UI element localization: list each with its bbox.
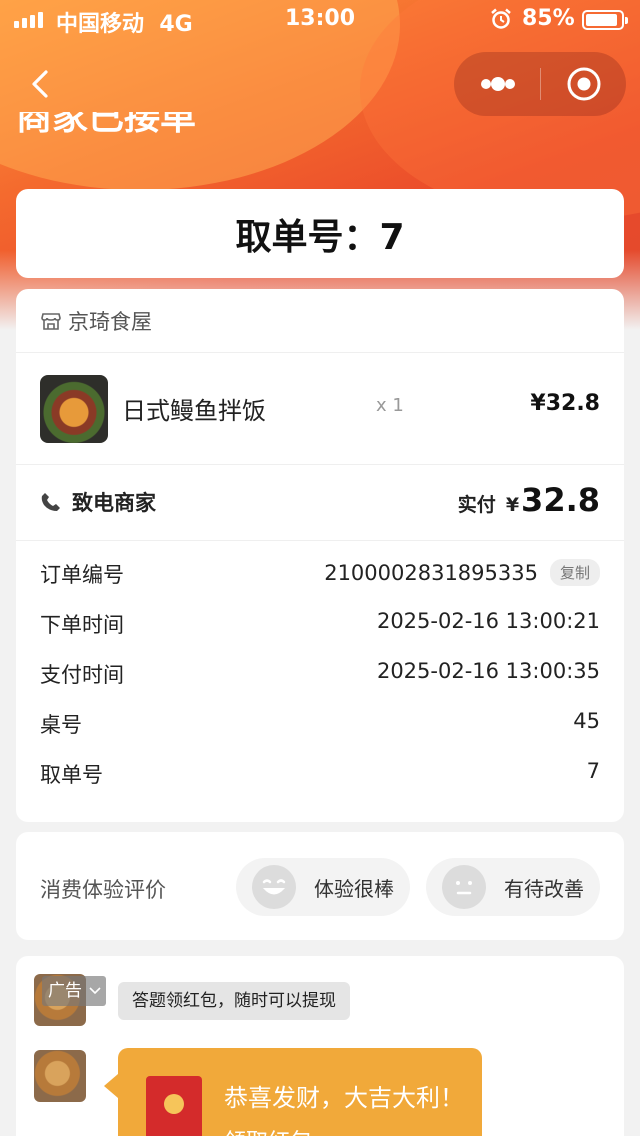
detail-order-time: 下单时间 2025-02-16 13:00:21 — [40, 609, 600, 637]
ad-message-bubble[interactable]: 答题领红包，随时可以提现 — [118, 982, 350, 1020]
close-miniapp-icon[interactable] — [566, 66, 602, 102]
call-merchant-button[interactable]: 致电商家 — [40, 487, 156, 517]
store-icon — [41, 312, 61, 330]
dish-image — [40, 375, 108, 443]
rate-improve-button[interactable]: 有待改善 — [426, 858, 600, 916]
miniapp-capsule — [454, 52, 626, 116]
dish-price: ¥32.8 — [530, 391, 600, 416]
neutral-face-icon — [442, 865, 486, 909]
phone-icon — [41, 493, 60, 511]
chevron-down-icon — [89, 987, 101, 995]
dish-name: 日式鳗鱼拌饭 — [122, 397, 266, 425]
order-status-title: 商家已接单 — [16, 112, 197, 138]
pickup-number-label: 取单号：7 — [235, 216, 405, 258]
ad-avatar-2 — [34, 1050, 86, 1102]
header-background — [0, 0, 640, 330]
shop-name: 京琦食屋 — [68, 309, 152, 334]
rate-good-button[interactable]: 体验很棒 — [236, 858, 410, 916]
red-envelope-icon — [146, 1076, 202, 1136]
copy-button[interactable]: 复制 — [549, 559, 600, 586]
more-icon[interactable] — [478, 74, 518, 94]
ad-card: 广告 答题领红包，随时可以提现 恭喜发财，大吉大利！ 领取红包 — [16, 956, 624, 1136]
detail-pickup-number: 取单号 7 — [40, 759, 600, 787]
pickup-number-card: 取单号：7 — [16, 189, 624, 278]
back-arrow-icon[interactable] — [26, 68, 58, 100]
red-packet-message[interactable]: 恭喜发财，大吉大利！ 领取红包 — [104, 1048, 482, 1136]
dish-quantity: x 1 — [376, 395, 404, 416]
battery-icon — [582, 10, 628, 30]
order-item: 日式鳗鱼拌饭 x 1 ¥32.8 — [16, 353, 624, 465]
alarm-icon — [491, 8, 511, 29]
rating-card: 消费体验评价 体验很棒 有待改善 — [16, 832, 624, 940]
paid-amount: 实付 ¥ 32.8 — [457, 481, 600, 519]
status-bar: 中国移动 4G 13:00 85% — [0, 0, 640, 40]
rating-title: 消费体验评价 — [40, 878, 166, 902]
smile-face-icon — [252, 865, 296, 909]
payment-row: 致电商家 实付 ¥ 32.8 — [16, 465, 624, 541]
detail-order-number: 订单编号 2100002831895335 复制 — [40, 553, 600, 593]
battery-percent: 85% — [522, 6, 575, 31]
shop-header[interactable]: 京琦食屋 — [16, 289, 624, 353]
order-card: 京琦食屋 日式鳗鱼拌饭 x 1 ¥32.8 致电商家 实付 ¥ 32.8 订单编… — [16, 289, 624, 822]
detail-pay-time: 支付时间 2025-02-16 13:00:35 — [40, 659, 600, 687]
call-merchant-label: 致电商家 — [72, 491, 156, 515]
detail-table-number: 桌号 45 — [40, 709, 600, 737]
